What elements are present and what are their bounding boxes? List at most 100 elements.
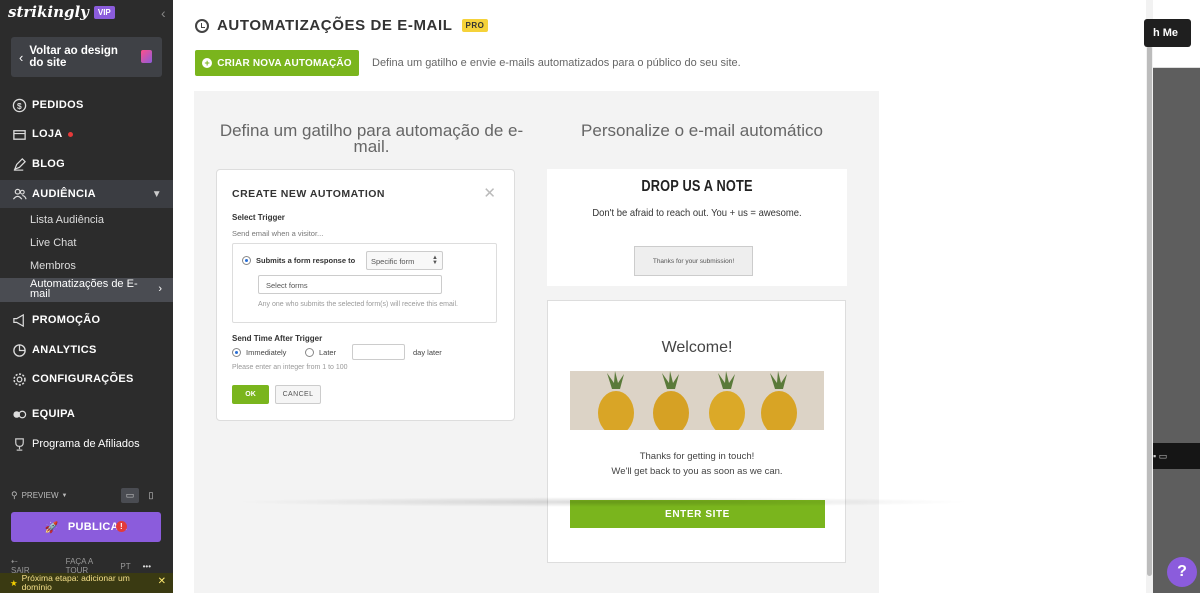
panel-shadow [233,497,973,507]
svg-text:$: $ [17,100,22,110]
immediately-radio[interactable] [232,348,241,357]
megaphone-icon [11,312,27,328]
pineapples-illustration [570,371,824,430]
nav-analytics[interactable]: ANALYTICS [0,336,173,364]
close-icon[interactable]: ✕ [158,577,166,587]
days-input[interactable] [352,344,405,360]
nav-label: EQUIPA [32,408,76,420]
trigger-option-box: Submits a form response to Specific form… [232,243,497,323]
warning-icon: ! [116,521,127,532]
close-icon[interactable]: ✕ [483,184,496,202]
send-time-label: Send Time After Trigger [232,334,323,343]
send-when-label: Send email when a visitor... [232,229,324,238]
modal-title: CREATE NEW AUTOMATION [232,188,386,200]
store-icon [11,126,27,142]
trophy-icon [11,436,27,452]
search-icon: ⚲ [11,490,18,500]
drop-note-subtitle: Don't be afraid to reach out. You + us =… [592,207,802,219]
cancel-button[interactable]: CANCEL [275,385,321,404]
chevron-down-icon: ▼ [151,188,162,200]
drop-note-card: DROP US A NOTE Don't be afraid to reach … [547,169,847,286]
nav-equipa[interactable]: EQUIPA [0,400,173,428]
create-automation-button[interactable]: + CRIAR NOVA AUTOMAÇÃO [195,50,359,76]
nav-afiliados[interactable]: Programa de Afiliados [0,430,173,458]
submits-form-label: Submits a form response to [256,256,356,265]
nav-loja[interactable]: LOJA [0,120,173,148]
page-title: AUTOMATIZAÇÕES DE E-MAIL PRO [195,17,489,34]
language-link[interactable]: PT [120,562,130,571]
preview-label: PREVIEW [21,491,59,500]
mobile-view-icon[interactable]: ▯ [142,488,160,503]
background-site-preview: h Me ▪ ▭ ? [1144,0,1200,593]
preview-toggle[interactable]: ⚲ PREVIEW ▼ [11,488,162,503]
integer-hint: Please enter an integer from 1 to 100 [232,364,348,371]
thanks-line-2: We'll get back to you as soon as we can. [611,466,783,477]
background-cta-button: h Me [1144,19,1191,47]
desktop-view-icon[interactable]: ▭ [121,488,139,503]
form-type-select[interactable]: Specific form ▲ ▼ [366,251,443,270]
pro-badge: PRO [461,19,489,32]
dollar-icon: $ [11,97,27,113]
sub-membros[interactable]: Membros [30,260,76,272]
select-arrows-icon: ▲ ▼ [432,255,438,266]
help-button[interactable]: ? [1167,557,1197,587]
dropdown-caret-icon: ▼ [61,492,68,499]
chart-pie-icon [11,342,27,358]
form-type-value: Specific form [371,257,415,266]
ok-button[interactable]: OK [232,385,269,404]
collapse-sidebar-icon[interactable]: ‹ [161,5,166,21]
back-to-design-label: Voltar ao design do site [29,45,118,69]
nav-configuracoes[interactable]: CONFIGURAÇÕES [0,365,173,393]
later-radio[interactable] [305,348,314,357]
nav-label: PROMOÇÃO [32,314,101,326]
drop-note-title: DROP US A NOTE [641,178,753,195]
chevron-left-icon: ‹ [19,49,24,65]
pineapple-image [570,371,824,430]
form-hint: Any one who submits the selected form(s)… [258,301,458,308]
day-later-label: day later [413,348,442,357]
sub-automatizacoes[interactable]: Automatizações de E-mail › [0,278,173,302]
create-automation-label: CRIAR NOVA AUTOMAÇÃO [217,57,352,69]
nav-label: LOJA [32,128,63,140]
gear-icon [11,371,27,387]
publish-button[interactable]: 🚀 PUBLICAR ! [11,512,161,542]
select-forms-input[interactable]: Select forms [258,275,442,294]
rocket-icon: 🚀 [44,521,59,534]
star-icon: ★ [10,577,18,588]
image-icon: ▪ ▭ [1153,450,1168,461]
team-icon [11,406,27,422]
nav-label: PEDIDOS [32,99,84,111]
sub-live-chat[interactable]: Live Chat [30,237,76,249]
thanks-line-1: Thanks for getting in touch! [639,451,755,462]
background-header: h Me [1144,0,1200,68]
background-toolbar-strip: ▪ ▭ [1153,443,1200,469]
main-scrollbar[interactable] [1146,0,1153,593]
scrollbar-thumb[interactable] [1147,46,1152,576]
people-icon [11,186,27,202]
form-response-radio[interactable] [242,256,251,265]
later-label: Later [319,348,337,357]
email-column-title: Personalize o e-mail automático [581,121,823,140]
sub-lista-audiencia[interactable]: Lista Audiência [30,214,104,226]
strikingly-logo[interactable]: strikingly [8,3,89,21]
next-step-banner[interactable]: ★ Próxima etapa: adicionar um domínio ✕ [0,573,173,593]
nav-promocao[interactable]: PROMOÇÃO [0,306,173,334]
trigger-column-title: Defina um gatilho para automação de e-ma… [219,121,524,156]
nav-pedidos[interactable]: $ PEDIDOS [0,91,173,119]
more-menu-icon[interactable]: ••• [143,562,151,571]
exit-icon: ⇠ [11,557,18,566]
nav-audiencia[interactable]: AUDIÊNCIA ▼ [0,180,173,208]
clock-icon [195,18,209,33]
submission-message: Thanks for your submission! [634,246,753,276]
pen-icon [11,156,27,172]
nav-label: ANALYTICS [32,344,97,356]
thanks-message: Thanks for getting in touch! We'll get b… [548,449,846,479]
automation-intro-panel: Defina um gatilho para automação de e-ma… [194,91,879,593]
nav-blog[interactable]: BLOG [0,150,173,178]
chevron-right-icon: › [158,283,162,295]
nav-label: CONFIGURAÇÕES [32,373,134,385]
email-preview-card: Welcome! Thanks for getting in touch! We… [547,300,846,563]
sidebar: strikingly VIP ‹ ‹ Voltar ao design do s… [0,0,173,593]
page-title-text: AUTOMATIZAÇÕES DE E-MAIL [217,17,453,34]
back-to-design-button[interactable]: ‹ Voltar ao design do site [11,37,162,77]
